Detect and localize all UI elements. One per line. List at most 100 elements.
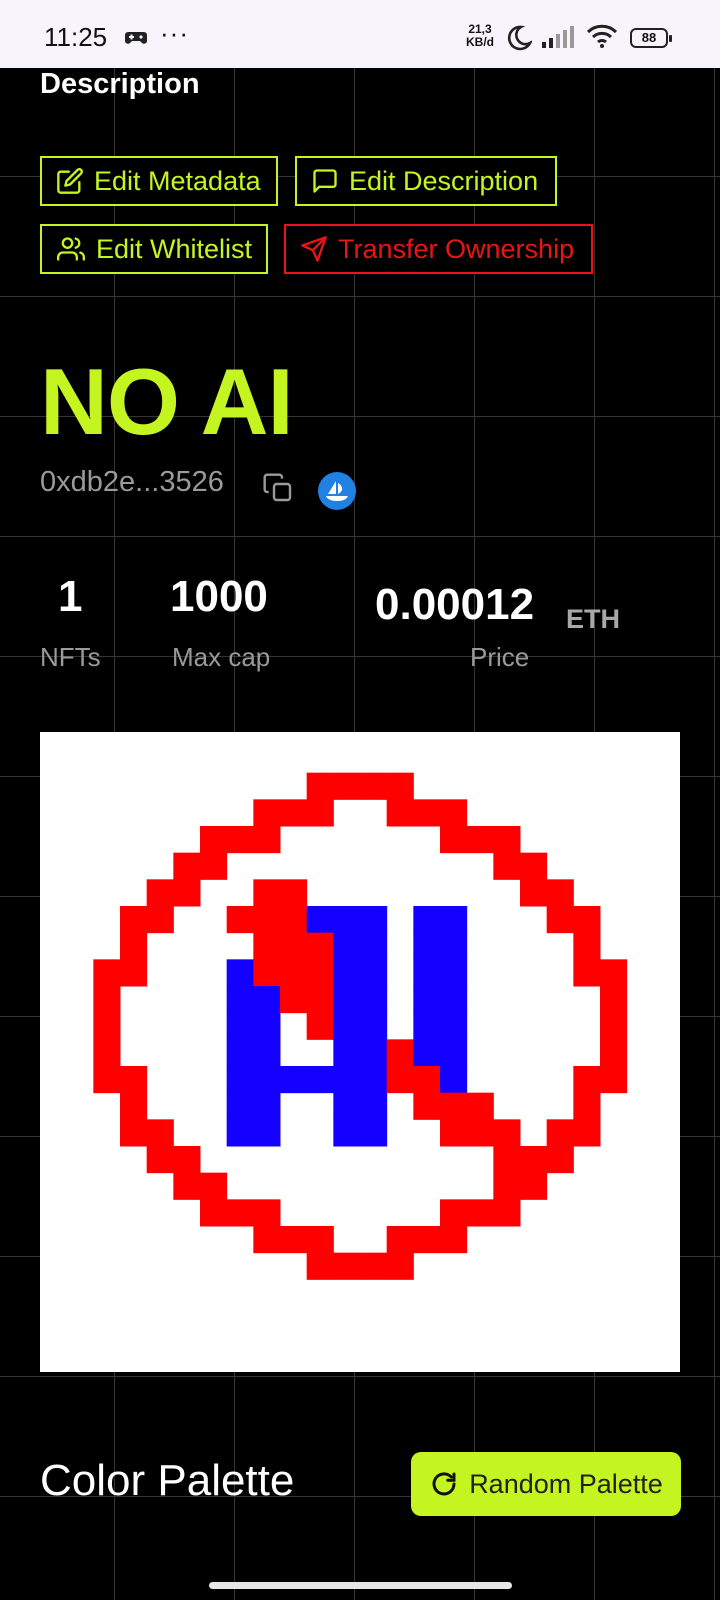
- pixel-blue: [440, 1066, 468, 1094]
- pixel-red: [546, 906, 574, 934]
- pixel-red: [546, 879, 574, 907]
- pixel-red: [253, 1226, 281, 1254]
- nfts-label: NFTs: [40, 642, 101, 672]
- pixel-blue: [333, 1119, 361, 1147]
- pixel-red: [200, 1199, 228, 1227]
- edit-description-button[interactable]: Edit Description: [295, 156, 557, 206]
- pixel-red: [520, 1172, 548, 1200]
- pixel-red: [573, 1066, 601, 1094]
- pixel-blue: [440, 959, 468, 987]
- pixel-blue: [333, 986, 361, 1014]
- pixel-red: [146, 879, 174, 907]
- pixel-blue: [413, 1012, 441, 1040]
- contract-address: 0xdb2e...3526: [40, 466, 224, 498]
- pixel-blue: [360, 906, 388, 934]
- pixel-red: [493, 1172, 521, 1200]
- pixel-blue: [413, 986, 441, 1014]
- pixel-blue: [360, 1066, 388, 1094]
- random-palette-label: Random Palette: [469, 1468, 663, 1499]
- pixel-red: [440, 1226, 468, 1254]
- edit-whitelist-button[interactable]: Edit Whitelist: [40, 224, 268, 274]
- edit-metadata-button[interactable]: Edit Metadata: [40, 156, 278, 206]
- pixel-red: [386, 772, 414, 800]
- pixel-blue: [413, 959, 441, 987]
- pixel-red: [120, 1119, 148, 1147]
- pixel-red: [200, 826, 228, 854]
- pixel-blue: [253, 1012, 281, 1040]
- pixel-red: [93, 1066, 121, 1094]
- pixel-red: [440, 799, 468, 827]
- status-bar: 11:25 ··· 21,3 KB/d 88: [0, 0, 720, 68]
- pixel-red: [573, 1092, 601, 1120]
- pixel-blue: [360, 1012, 388, 1040]
- pixel-red: [173, 1146, 201, 1174]
- max-cap-label: Max cap: [172, 642, 271, 672]
- network-rate-unit: KB/d: [466, 35, 494, 49]
- pixel-blue: [413, 932, 441, 960]
- pixel-red: [466, 826, 494, 854]
- pixel-red: [546, 1146, 574, 1174]
- pixel-blue: [226, 1012, 254, 1040]
- pixel-red: [600, 959, 628, 987]
- pixel-red: [146, 1119, 174, 1147]
- pixel-red: [93, 1012, 121, 1040]
- pixel-red: [146, 906, 174, 934]
- pixel-red: [573, 906, 601, 934]
- edit-whitelist-label: Edit Whitelist: [96, 233, 253, 264]
- pixel-blue: [360, 932, 388, 960]
- pixel-red: [280, 932, 308, 960]
- pixel-red: [520, 879, 548, 907]
- pixel-red: [200, 1172, 228, 1200]
- pixel-blue: [226, 1119, 254, 1147]
- message-square-icon: [313, 169, 337, 193]
- refresh-icon: [432, 1472, 456, 1496]
- network-rate: 21,3 KB/d: [466, 23, 494, 49]
- pixel-red: [413, 1066, 441, 1094]
- opensea-icon[interactable]: [318, 472, 356, 510]
- moon-icon: [506, 25, 534, 56]
- random-palette-button[interactable]: Random Palette: [411, 1452, 681, 1516]
- price-label: Price: [470, 642, 530, 672]
- pixel-red: [280, 799, 308, 827]
- pixel-red: [253, 906, 281, 934]
- pixel-red: [493, 1119, 521, 1147]
- pixel-red: [600, 1066, 628, 1094]
- pixel-blue: [333, 932, 361, 960]
- pixel-blue: [440, 932, 468, 960]
- pixel-red: [306, 772, 334, 800]
- status-time: 11:25: [44, 22, 108, 52]
- pixel-blue: [306, 906, 334, 934]
- pixel-red: [493, 1146, 521, 1174]
- pixel-red: [306, 986, 334, 1014]
- pixel-red: [440, 1119, 468, 1147]
- pixel-red: [386, 1039, 414, 1067]
- pixel-red: [120, 959, 148, 987]
- copy-icon[interactable]: [262, 472, 294, 509]
- pixel-red: [200, 852, 228, 880]
- home-indicator: [209, 1582, 512, 1589]
- pixel-blue: [333, 1092, 361, 1120]
- pixel-red: [280, 1226, 308, 1254]
- max-cap-value: 1000: [170, 572, 268, 621]
- pixel-red: [280, 906, 308, 934]
- pixel-red: [120, 906, 148, 934]
- transfer-ownership-button[interactable]: Transfer Ownership: [284, 224, 593, 274]
- battery-icon: 88: [630, 28, 672, 48]
- pixel-red: [466, 1092, 494, 1120]
- pixel-blue: [333, 1012, 361, 1040]
- pixel-blue: [306, 1066, 334, 1094]
- game-controller-icon: [124, 28, 148, 53]
- pixel-red: [360, 772, 388, 800]
- pixel-red: [120, 1092, 148, 1120]
- users-icon: [57, 237, 86, 261]
- pixel-red: [120, 1066, 148, 1094]
- pixel-red: [253, 799, 281, 827]
- pixel-red: [173, 1172, 201, 1200]
- pixel-red: [386, 799, 414, 827]
- pixel-red: [413, 1092, 441, 1120]
- pixel-red: [600, 1012, 628, 1040]
- pixel-red: [93, 986, 121, 1014]
- pixel-blue: [253, 1092, 281, 1120]
- pixel-red: [333, 772, 361, 800]
- pixel-red: [493, 1199, 521, 1227]
